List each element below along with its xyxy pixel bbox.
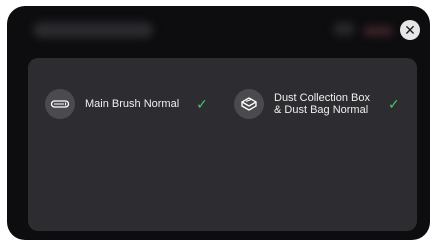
main-brush-status: Main Brush Normal ✓ <box>45 89 208 119</box>
dust-box-label-line2: & Dust Bag Normal <box>274 104 369 116</box>
status-dialog: ✕ Main Brush Normal ✓ Dust Collection Bo… <box>7 6 430 240</box>
dust-box-icon <box>234 89 264 119</box>
blurred-title <box>33 22 153 38</box>
status-panel: Main Brush Normal ✓ Dust Collection Box … <box>28 58 417 231</box>
check-icon: ✓ <box>196 96 208 112</box>
close-icon: ✕ <box>404 22 416 38</box>
close-button[interactable]: ✕ <box>400 20 420 40</box>
dust-box-label-line1: Dust Collection Box <box>274 92 370 104</box>
blurred-badge <box>363 26 393 36</box>
dust-box-status: Dust Collection Box & Dust Bag Normal ✓ <box>234 89 400 119</box>
main-brush-icon <box>45 89 75 119</box>
check-icon: ✓ <box>388 96 400 112</box>
dust-box-label: Dust Collection Box & Dust Bag Normal <box>274 92 384 116</box>
blurred-icon <box>333 22 355 36</box>
main-brush-label: Main Brush Normal <box>85 98 180 110</box>
